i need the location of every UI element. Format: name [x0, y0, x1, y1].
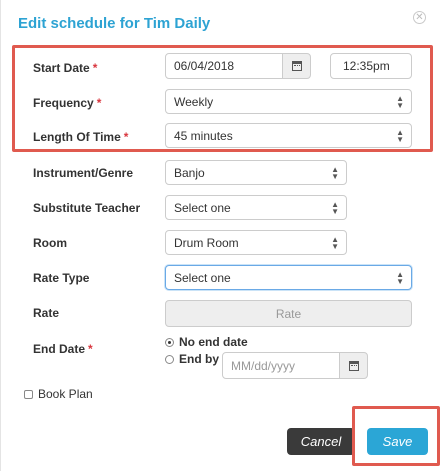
- no-end-date-radio[interactable]: No end date: [165, 335, 248, 349]
- start-date-label: Start Date *: [33, 61, 98, 75]
- close-icon[interactable]: ✕: [413, 11, 426, 24]
- rate-type-label: Rate Type: [33, 271, 90, 285]
- chevron-updown-icon: ▲ ▼: [396, 269, 404, 286]
- frequency-label: Frequency *: [33, 96, 102, 110]
- length-of-time-select[interactable]: 45 minutes ▲ ▼: [165, 123, 412, 148]
- chevron-updown-icon: ▲ ▼: [396, 127, 404, 144]
- chevron-updown-icon: ▲ ▼: [396, 93, 404, 110]
- book-plan-checkbox-row[interactable]: Book Plan: [24, 387, 93, 401]
- end-by-calendar-button[interactable]: [339, 352, 368, 379]
- calendar-icon: [291, 61, 302, 71]
- instrument-label: Instrument/Genre: [33, 166, 134, 180]
- rate-type-select[interactable]: Select one ▲ ▼: [165, 265, 412, 290]
- radio-checked[interactable]: [165, 337, 174, 347]
- radio-unchecked[interactable]: [165, 354, 174, 364]
- dialog-title: Edit schedule for Tim Daily: [18, 15, 211, 32]
- edit-schedule-dialog: Edit schedule for Tim Daily ✕ Start Date…: [0, 0, 442, 471]
- cancel-button[interactable]: Cancel: [287, 428, 355, 455]
- length-of-time-label: Length Of Time *: [33, 130, 129, 144]
- instrument-select[interactable]: Banjo ▲ ▼: [165, 160, 347, 185]
- room-select[interactable]: Drum Room ▲ ▼: [165, 230, 347, 255]
- calendar-icon: [348, 360, 359, 371]
- start-time-input[interactable]: 12:35pm: [330, 53, 412, 79]
- save-button[interactable]: Save: [367, 428, 428, 455]
- book-plan-label: Book Plan: [38, 387, 93, 401]
- chevron-updown-icon: ▲ ▼: [331, 164, 339, 181]
- substitute-teacher-label: Substitute Teacher: [33, 201, 141, 215]
- end-by-radio[interactable]: End by: [165, 352, 219, 366]
- start-date-input[interactable]: 06/04/2018: [165, 53, 283, 79]
- substitute-teacher-select[interactable]: Select one ▲ ▼: [165, 195, 347, 220]
- end-by-date-input[interactable]: MM/dd/yyyy: [222, 352, 340, 379]
- book-plan-checkbox[interactable]: [24, 389, 33, 399]
- start-date-calendar-button[interactable]: [282, 53, 311, 79]
- chevron-updown-icon: ▲ ▼: [331, 199, 339, 216]
- room-label: Room: [33, 236, 67, 250]
- frequency-select[interactable]: Weekly ▲ ▼: [165, 89, 412, 114]
- end-date-label: End Date *: [33, 342, 93, 356]
- chevron-updown-icon: ▲ ▼: [331, 234, 339, 251]
- rate-label: Rate: [33, 306, 60, 320]
- rate-input[interactable]: Rate: [165, 300, 412, 327]
